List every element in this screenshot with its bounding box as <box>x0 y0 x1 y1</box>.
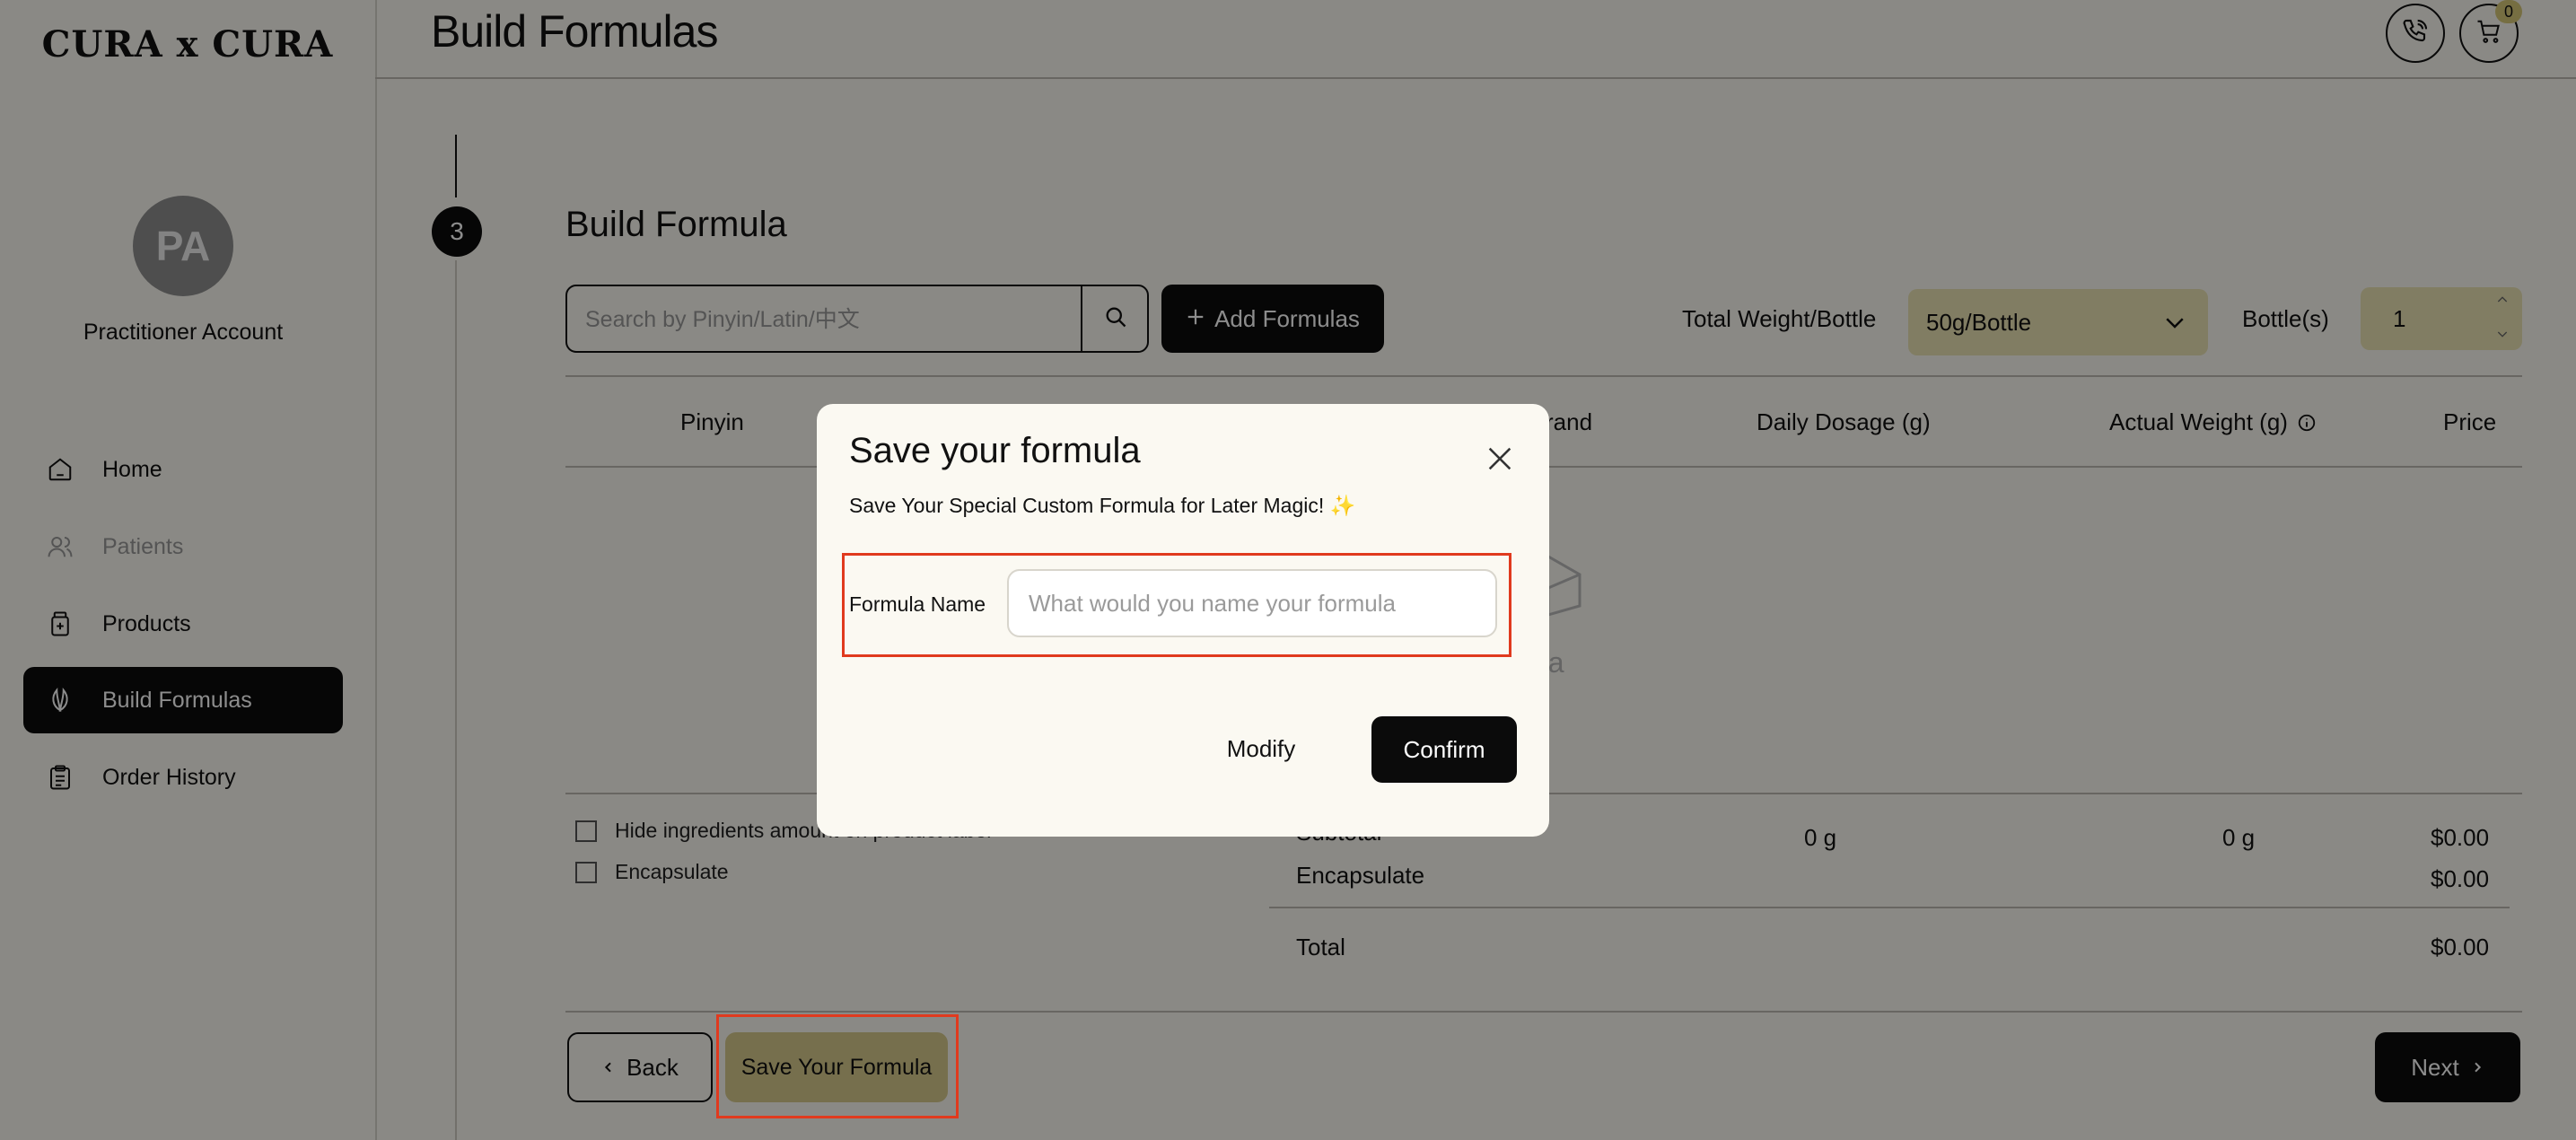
save-formula-modal: Save your formula Save Your Special Cust… <box>817 404 1549 837</box>
close-icon <box>1485 443 1515 474</box>
modal-subtitle: Save Your Special Custom Formula for Lat… <box>849 494 1356 517</box>
formula-name-label: Formula Name <box>849 592 986 616</box>
confirm-button[interactable]: Confirm <box>1371 716 1517 783</box>
formula-name-input[interactable] <box>1007 569 1497 637</box>
modify-button[interactable]: Modify <box>1203 716 1319 781</box>
modal-title: Save your formula <box>849 431 1141 470</box>
save-button-highlight <box>716 1014 959 1118</box>
close-button[interactable] <box>1477 436 1522 481</box>
